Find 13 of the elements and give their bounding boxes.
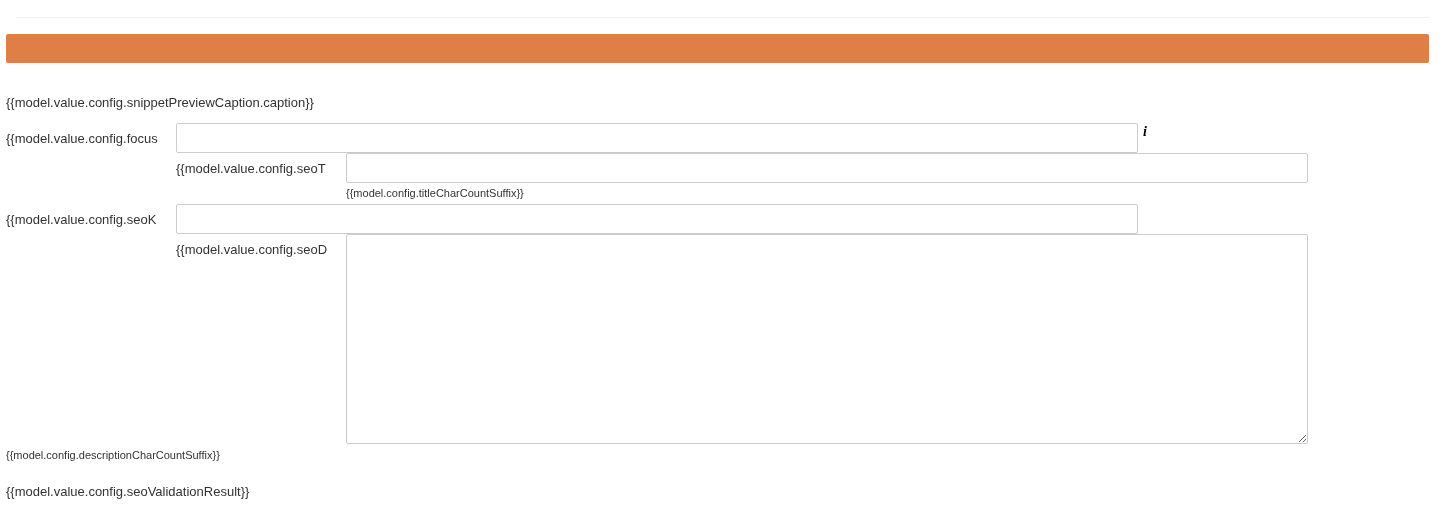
validation-result: {{model.value.config.seoValidationResult}} bbox=[6, 484, 251, 499]
field-label: {{model.value.config.focus bbox=[6, 130, 159, 148]
char-count-suffix: {{model.config.titleCharCountSuffix}} bbox=[346, 186, 525, 200]
input-field[interactable] bbox=[346, 153, 1308, 183]
snippet-preview-caption: {{model.value.config.snippetPreviewCaption.caption}} bbox=[6, 94, 315, 112]
info-icon[interactable]: i bbox=[1143, 123, 1147, 141]
description-textarea[interactable] bbox=[346, 234, 1308, 444]
field-label: {{model.value.config.seoT bbox=[176, 160, 327, 178]
field-label: {{model.value.config.seoD bbox=[176, 241, 329, 259]
char-count-suffix: {{model.config.descriptionCharCountSuffix}} bbox=[6, 448, 221, 462]
field-label: {{model.value.config.seoK bbox=[6, 211, 158, 229]
input-field[interactable] bbox=[176, 123, 1138, 153]
input-field[interactable] bbox=[176, 204, 1138, 234]
